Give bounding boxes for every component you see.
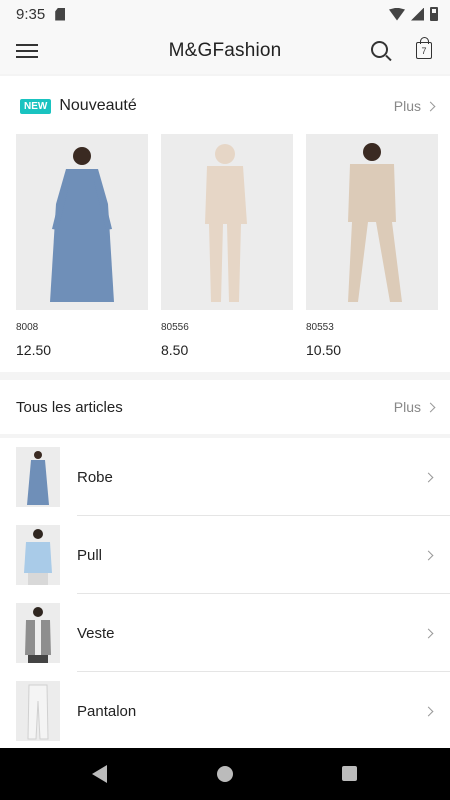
home-icon[interactable] — [217, 766, 233, 782]
product-image[interactable] — [161, 134, 293, 310]
chevron-right-icon — [423, 706, 434, 716]
product-card[interactable]: 80556 8.50 — [161, 134, 293, 364]
status-bar: 9:35 — [0, 0, 450, 28]
all-articles-header: Tous les articles Plus — [0, 380, 450, 434]
recent-apps-icon[interactable] — [342, 766, 357, 781]
category-label: Robe — [77, 468, 113, 486]
category-label: Pull — [77, 546, 103, 564]
product-carousel[interactable]: 8008 12.50 80556 8.50 80553 10.50 — [16, 134, 450, 364]
new-arrivals-header: NEW Nouveauté Plus — [0, 76, 450, 136]
category-list: Robe Pull Veste Pantalon — [0, 438, 450, 748]
category-item-pull[interactable]: Pull — [0, 516, 450, 594]
product-color — [205, 166, 247, 224]
cart-icon[interactable]: 7 — [416, 37, 432, 59]
chevron-right-icon — [423, 628, 434, 638]
category-thumbnail — [16, 681, 60, 741]
system-nav-bar — [0, 748, 450, 800]
category-item-veste[interactable]: Veste — [0, 594, 450, 672]
product-card[interactable]: 80553 10.50 — [306, 134, 438, 364]
product-ref: 80553 — [306, 322, 334, 333]
category-label: Pantalon — [77, 702, 137, 720]
product-ref: 8008 — [16, 322, 39, 333]
product-price: 8.50 — [161, 342, 189, 358]
product-image[interactable] — [16, 134, 148, 310]
status-icons — [389, 7, 438, 21]
new-arrivals-title: Nouveauté — [59, 97, 137, 114]
product-image[interactable] — [306, 134, 438, 310]
category-thumbnail — [16, 603, 60, 663]
category-label: Veste — [77, 624, 115, 642]
app-header: M&GFashion 7 — [0, 28, 450, 74]
product-image-art — [16, 134, 148, 310]
category-thumbnail — [16, 525, 60, 585]
all-articles-title: Tous les articles — [16, 398, 123, 416]
wifi-icon — [389, 7, 405, 21]
new-arrivals-more-link[interactable]: Plus — [393, 98, 436, 114]
all-articles-more-link[interactable]: Plus — [393, 399, 436, 415]
product-price: 10.50 — [306, 342, 342, 358]
new-badge: NEW — [20, 98, 52, 114]
battery-icon — [430, 7, 438, 21]
search-icon[interactable] — [371, 41, 388, 58]
product-card[interactable]: 8008 12.50 — [16, 134, 148, 364]
status-time: 9:35 — [16, 5, 46, 23]
sd-card-icon — [55, 7, 66, 21]
product-color — [348, 164, 396, 222]
product-image-art — [306, 134, 438, 310]
chevron-right-icon — [425, 402, 436, 412]
chevron-right-icon — [425, 101, 436, 111]
category-thumbnail — [16, 447, 60, 507]
new-arrivals-section: NEW Nouveauté Plus 8008 12.50 80556 8.50… — [0, 76, 450, 372]
product-price: 12.50 — [16, 342, 52, 358]
chevron-right-icon — [423, 550, 434, 560]
back-icon[interactable] — [92, 765, 107, 783]
category-item-robe[interactable]: Robe — [0, 438, 450, 516]
category-item-pantalon[interactable]: Pantalon — [0, 672, 450, 748]
product-ref: 80556 — [161, 322, 189, 333]
product-image-art — [161, 134, 293, 310]
chevron-right-icon — [423, 472, 434, 482]
menu-icon[interactable] — [16, 44, 38, 58]
signal-icon — [411, 7, 424, 21]
more-label: Plus — [393, 98, 421, 114]
more-label: Plus — [393, 399, 421, 415]
